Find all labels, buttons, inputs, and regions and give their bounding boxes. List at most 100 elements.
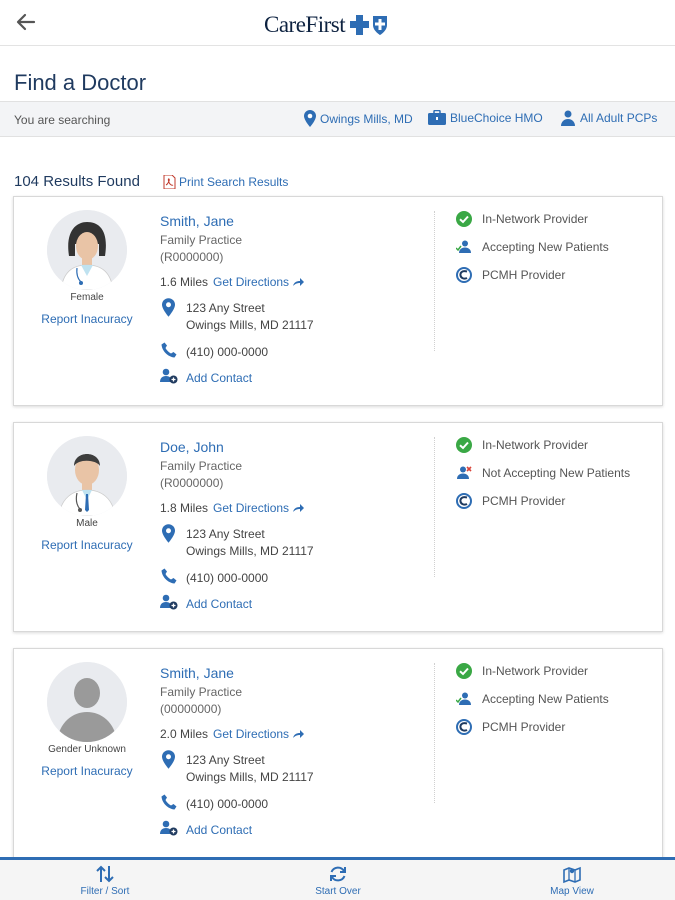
directions-arrow-icon [293, 504, 305, 512]
accepting-patients-icon [456, 240, 471, 253]
print-results-link[interactable]: Print Search Results [163, 175, 288, 189]
status-pcmh: PCMH Provider [456, 493, 565, 509]
map-view-button[interactable]: Map View [512, 864, 632, 897]
briefcase-icon [428, 110, 446, 125]
avatar-unknown [47, 662, 127, 742]
add-contact-link[interactable]: Add Contact [186, 823, 252, 837]
avatar-male [47, 436, 127, 516]
status-in-network: In-Network Provider [456, 211, 588, 227]
search-label: You are searching [14, 113, 111, 127]
report-inaccuracy-link[interactable]: Report Inacuracy [14, 764, 160, 778]
distance-row: 1.6 Miles Get Directions [160, 275, 305, 289]
not-accepting-patients-icon [457, 466, 472, 479]
pcmh-icon [456, 493, 472, 509]
report-inaccuracy-link[interactable]: Report Inacuracy [14, 312, 160, 326]
status-not-accepting: Not Accepting New Patients [456, 465, 630, 481]
doctor-name[interactable]: Smith, Jane [160, 665, 234, 681]
status-accepting: Accepting New Patients [456, 691, 609, 707]
get-directions-link[interactable]: Get Directions [213, 501, 289, 515]
status-accepting: Accepting New Patients [456, 239, 609, 255]
map-view-label: Map View [550, 886, 594, 897]
status-text: In-Network Provider [482, 438, 589, 452]
distance: 2.0 Miles [160, 727, 209, 741]
phone-icon [161, 794, 177, 810]
search-criteria-bar: You are searching Owings Mills, MD BlueC… [0, 101, 675, 137]
check-circle-icon [456, 437, 472, 453]
logo-text: CareFirst [264, 12, 346, 37]
directions-arrow-icon [293, 278, 305, 286]
specialty: Family Practice [160, 459, 243, 473]
status-pcmh: PCMH Provider [456, 267, 565, 283]
status-text: PCMH Provider [482, 494, 566, 508]
arrow-left-icon [16, 13, 36, 31]
address-line-2: Owings Mills, MD 21117 [186, 770, 314, 784]
address-line-1: 123 Any Street [186, 301, 265, 315]
provider-type-label: All Adult PCPs [580, 111, 658, 125]
status-text: In-Network Provider [482, 212, 589, 226]
phone-icon [161, 342, 177, 358]
address-line-1: 123 Any Street [186, 527, 265, 541]
gender-label: Male [76, 518, 98, 529]
map-pin-icon [304, 110, 316, 127]
location-chip[interactable]: Owings Mills, MD [304, 110, 413, 127]
check-circle-icon [456, 211, 472, 227]
status-text: Accepting New Patients [482, 692, 609, 706]
distance: 1.8 Miles [160, 501, 209, 515]
get-directions-link[interactable]: Get Directions [213, 275, 289, 289]
provider-id: (00000000) [160, 702, 222, 716]
start-over-label: Start Over [315, 886, 361, 897]
avatar-female [47, 210, 127, 290]
filter-sort-button[interactable]: Filter / Sort [45, 864, 165, 897]
status-text: PCMH Provider [482, 720, 566, 734]
doctor-card[interactable]: Gender Unknown Report Inacuracy Smith, J… [13, 648, 663, 860]
card-divider [434, 663, 435, 803]
filter-sort-label: Filter / Sort [80, 886, 130, 897]
pcmh-icon [456, 267, 472, 283]
phone-icon [161, 568, 177, 584]
sort-arrows-icon [96, 865, 114, 883]
add-contact-link[interactable]: Add Contact [186, 371, 252, 385]
phone-number[interactable]: (410) 000-0000 [186, 797, 268, 811]
phone-number[interactable]: (410) 000-0000 [186, 571, 268, 585]
person-icon [561, 110, 575, 126]
status-pcmh: PCMH Provider [456, 719, 565, 735]
gender-label: Gender Unknown [48, 744, 126, 755]
refresh-icon [330, 866, 346, 882]
distance-row: 2.0 Miles Get Directions [160, 727, 305, 741]
bottom-nav: Filter / Sort Start Over Map View [0, 857, 675, 900]
report-inaccuracy-link[interactable]: Report Inacuracy [14, 538, 160, 552]
doctor-name[interactable]: Smith, Jane [160, 213, 234, 229]
pcmh-icon [456, 719, 472, 735]
provider-id: (R0000000) [160, 476, 224, 490]
get-directions-link[interactable]: Get Directions [213, 727, 289, 741]
carefirst-logo: CareFirst [264, 12, 391, 38]
doctor-card[interactable]: Male Report Inacuracy Doe, John Family P… [13, 422, 663, 632]
address-line-1: 123 Any Street [186, 753, 265, 767]
plan-chip[interactable]: BlueChoice HMO [428, 110, 543, 125]
provider-id: (R0000000) [160, 250, 224, 264]
top-bar: CareFirst [0, 0, 675, 46]
map-pin-icon [162, 750, 175, 769]
back-button[interactable] [14, 10, 44, 36]
doctor-card[interactable]: Female Report Inacuracy Smith, Jane Fami… [13, 196, 663, 406]
doctor-name[interactable]: Doe, John [160, 439, 224, 455]
distance-row: 1.8 Miles Get Directions [160, 501, 305, 515]
card-divider [434, 211, 435, 351]
status-text: Not Accepting New Patients [482, 466, 631, 480]
add-contact-link[interactable]: Add Contact [186, 597, 252, 611]
check-circle-icon [456, 663, 472, 679]
start-over-button[interactable]: Start Over [278, 864, 398, 897]
status-in-network: In-Network Provider [456, 437, 588, 453]
results-count: 104 Results Found [14, 173, 140, 190]
map-icon [563, 866, 581, 884]
provider-type-chip[interactable]: All Adult PCPs [560, 110, 657, 126]
add-contact-icon [160, 594, 178, 610]
plan-label: BlueChoice HMO [450, 110, 543, 125]
status-in-network: In-Network Provider [456, 663, 588, 679]
phone-number[interactable]: (410) 000-0000 [186, 345, 268, 359]
specialty: Family Practice [160, 685, 243, 699]
location-label: Owings Mills, MD [320, 111, 413, 126]
address-line-2: Owings Mills, MD 21117 [186, 544, 314, 558]
specialty: Family Practice [160, 233, 243, 247]
status-text: Accepting New Patients [482, 240, 609, 254]
